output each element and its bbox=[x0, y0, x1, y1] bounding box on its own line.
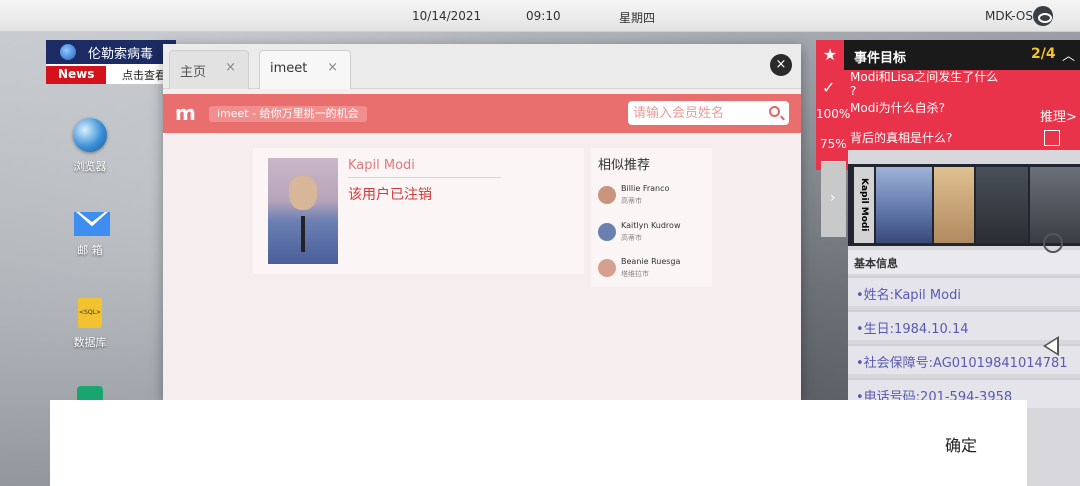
tab-home[interactable]: 主页 × bbox=[169, 50, 249, 89]
profile-name: Kapil Modi bbox=[348, 158, 501, 178]
infer-link[interactable]: 推理> bbox=[1040, 106, 1077, 125]
news-headline-bar: 伦勒索病毒 bbox=[46, 40, 176, 64]
similar-name: Billie Franco bbox=[621, 184, 670, 193]
desktop-icon-browser[interactable]: 浏览器 bbox=[60, 118, 120, 174]
similar-city: 高蒂市 bbox=[621, 197, 642, 205]
browser-window: 主页 × imeet × × m imeet - 给你万里挑一的机会 Kapil… bbox=[163, 44, 801, 400]
eye-icon[interactable] bbox=[1033, 6, 1053, 26]
imeet-logo: m bbox=[175, 101, 196, 125]
status-bar: 10/14/2021 09:10 星期四 MDK-OS bbox=[0, 0, 1080, 32]
imeet-header: m imeet - 给你万里挑一的机会 bbox=[163, 94, 801, 133]
home-circle-icon[interactable] bbox=[1043, 233, 1063, 253]
news-globe-icon bbox=[60, 44, 76, 60]
goal-item[interactable]: Modi为什么自杀? bbox=[850, 101, 945, 115]
similar-item[interactable]: Kaitlyn Kudrow 高蒂市 bbox=[598, 219, 708, 247]
portrait-kapil-modi[interactable] bbox=[876, 167, 932, 243]
goal-text: 背后的真相是什么? bbox=[850, 131, 953, 145]
similar-city: 塔维拉市 bbox=[621, 270, 649, 278]
desktop-icon-mail[interactable]: 邮 箱 bbox=[60, 210, 120, 258]
portrait[interactable] bbox=[976, 167, 1028, 243]
portrait[interactable] bbox=[1030, 167, 1080, 243]
side-collapse-tab[interactable]: › bbox=[821, 161, 846, 237]
profile-status: 该用户已注销 bbox=[348, 187, 432, 203]
star-icon: ★ bbox=[816, 40, 844, 70]
goal-item[interactable]: 背后的真相是什么? bbox=[850, 131, 952, 145]
avatar bbox=[598, 186, 616, 204]
event-goals-count: 2/4 bbox=[1031, 46, 1056, 62]
event-goals-title: 事件目标 bbox=[854, 51, 907, 66]
chevron-up-icon[interactable]: ︿ bbox=[1062, 45, 1075, 64]
profile-photo bbox=[268, 158, 338, 264]
close-window-icon[interactable]: × bbox=[770, 54, 792, 76]
avatar bbox=[598, 223, 616, 241]
imeet-slogan: imeet - 给你万里挑一的机会 bbox=[209, 106, 367, 122]
date-label: 10/14/2021 bbox=[412, 9, 482, 23]
suspect-portraits[interactable]: Kapil Modi bbox=[848, 164, 1080, 246]
goal-checkbox[interactable] bbox=[1044, 130, 1060, 146]
tab-imeet[interactable]: imeet × bbox=[259, 50, 351, 89]
time-label: 09:10 bbox=[526, 9, 561, 23]
close-tab-icon[interactable]: × bbox=[225, 60, 236, 75]
confirm-dialog: 确定 bbox=[50, 400, 1027, 486]
similar-recommendations: 相似推荐 Billie Franco 高蒂市 Kaitlyn Kudrow 高蒂… bbox=[591, 148, 712, 287]
event-goals-header[interactable]: ★ 事件目标 2/4 ︿ bbox=[816, 40, 1080, 70]
news-label: News bbox=[46, 66, 106, 84]
os-name: MDK-OS bbox=[985, 9, 1033, 23]
news-more-link[interactable]: 点击查看 bbox=[122, 67, 166, 83]
search-icon[interactable] bbox=[769, 106, 780, 117]
info-section-title: 基本信息 bbox=[848, 250, 1080, 274]
avatar bbox=[598, 259, 616, 277]
confirm-button[interactable]: 确定 bbox=[945, 432, 977, 456]
desktop-icon-label: 浏览器 bbox=[73, 160, 107, 173]
tab-label: imeet bbox=[270, 61, 308, 76]
tab-label: 主页 bbox=[180, 65, 207, 80]
news-ticker[interactable]: 伦勒索病毒 News 点击查看 bbox=[46, 40, 176, 84]
similar-name: Beanie Ruesga bbox=[621, 257, 681, 266]
goal-item[interactable]: Modi和Lisa之间发生了什么 ? bbox=[850, 70, 998, 98]
news-headline: 伦勒索病毒 bbox=[88, 47, 154, 62]
goal-text-cont: ? bbox=[850, 84, 857, 98]
globe-icon bbox=[73, 118, 107, 152]
back-triangle-icon[interactable] bbox=[1043, 336, 1059, 356]
close-tab-icon[interactable]: × bbox=[327, 60, 338, 75]
similar-title: 相似推荐 bbox=[598, 158, 651, 173]
portrait-name: Kapil Modi bbox=[854, 167, 874, 243]
goal-text: Modi为什么自杀? bbox=[850, 101, 946, 115]
info-row: •姓名:Kapil Modi bbox=[848, 276, 1080, 306]
goal-progress: 75% bbox=[820, 137, 847, 151]
similar-item[interactable]: Beanie Ruesga 塔维拉市 bbox=[598, 255, 708, 283]
profile-card: Kapil Modi 该用户已注销 bbox=[253, 148, 584, 274]
goal-progress: 100% bbox=[816, 107, 851, 121]
similar-city: 高蒂市 bbox=[621, 234, 642, 242]
desktop-icon-database[interactable]: <SQL> 数据库 bbox=[60, 298, 120, 350]
mail-icon bbox=[66, 210, 114, 236]
weekday-label: 星期四 bbox=[619, 11, 656, 25]
tab-bar: 主页 × imeet × × bbox=[163, 44, 801, 89]
sql-file-icon: <SQL> bbox=[78, 298, 102, 328]
check-icon: ✓ bbox=[822, 78, 836, 97]
chevron-right-icon: › bbox=[830, 190, 836, 206]
search-input[interactable] bbox=[633, 104, 763, 122]
desktop-icon-label: 数据库 bbox=[73, 336, 107, 349]
desktop-icon-label: 邮 箱 bbox=[77, 244, 103, 257]
goal-text: Modi和Lisa之间发生了什么 bbox=[850, 70, 999, 84]
member-search[interactable] bbox=[628, 101, 789, 125]
similar-name: Kaitlyn Kudrow bbox=[621, 221, 681, 230]
similar-item[interactable]: Billie Franco 高蒂市 bbox=[598, 182, 708, 210]
portrait[interactable] bbox=[934, 167, 974, 243]
